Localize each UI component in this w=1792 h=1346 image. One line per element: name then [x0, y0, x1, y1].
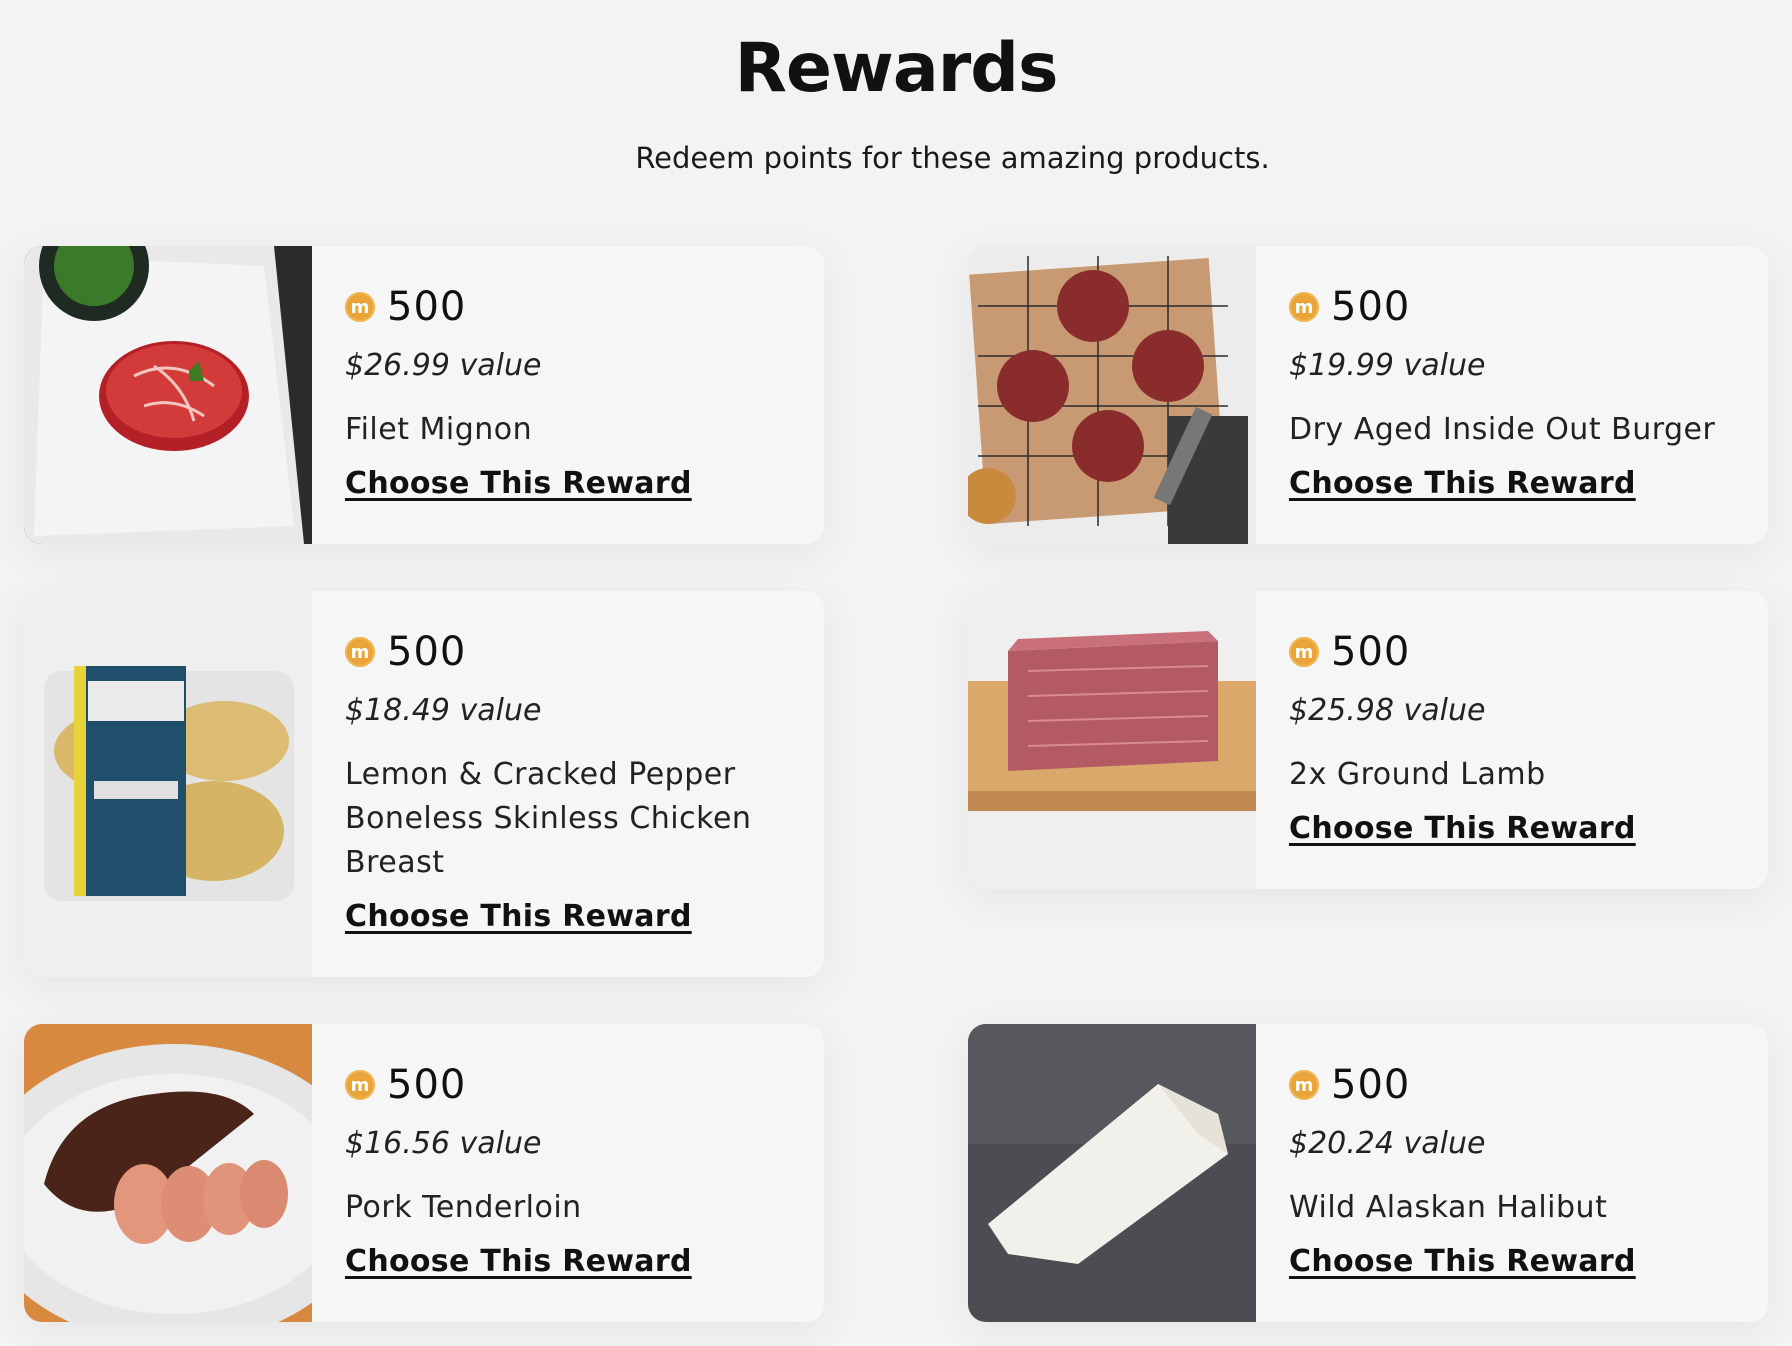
- reward-name: Filet Mignon: [345, 412, 533, 447]
- points-row: m 500: [1289, 629, 1768, 675]
- reward-info: m 500 $26.99 value Filet Mignon Choose T…: [312, 246, 824, 544]
- reward-info: m 500 $25.98 value 2x Ground Lamb Choose…: [1256, 591, 1768, 889]
- points-amount: 500: [1331, 1062, 1411, 1108]
- reward-value: $19.99 value: [1289, 348, 1486, 383]
- reward-name: Wild Alaskan Halibut: [1289, 1190, 1608, 1225]
- coin-icon: m: [345, 637, 375, 667]
- reward-name: 2x Ground Lamb: [1289, 757, 1546, 792]
- reward-value: $25.98 value: [1289, 693, 1486, 728]
- points-row: m 500: [345, 1062, 824, 1108]
- ground-lamb-photo: [968, 591, 1256, 889]
- reward-card-ground-lamb: m 500 $25.98 value 2x Ground Lamb Choose…: [968, 591, 1768, 889]
- choose-reward-button[interactable]: Choose This Reward: [345, 466, 692, 501]
- reward-value: $16.56 value: [345, 1126, 542, 1161]
- reward-value: $26.99 value: [345, 348, 542, 383]
- points-amount: 500: [387, 284, 467, 330]
- points-row: m 500: [1289, 1062, 1768, 1108]
- choose-reward-button[interactable]: Choose This Reward: [1289, 466, 1636, 501]
- coin-icon: m: [345, 1070, 375, 1100]
- points-row: m 500: [345, 284, 824, 330]
- reward-card-halibut: m 500 $20.24 value Wild Alaskan Halibut …: [968, 1024, 1768, 1322]
- reward-card-filet-mignon: m 500 $26.99 value Filet Mignon Choose T…: [24, 246, 824, 544]
- reward-value: $20.24 value: [1289, 1126, 1486, 1161]
- reward-info: m 500 $18.49 value Lemon & Cracked Peppe…: [312, 591, 824, 977]
- pork-tenderloin-photo: [24, 1024, 312, 1322]
- choose-reward-button[interactable]: Choose This Reward: [1289, 1244, 1636, 1279]
- points-row: m 500: [345, 629, 824, 675]
- points-row: m 500: [1289, 284, 1768, 330]
- coin-icon: m: [1289, 1070, 1319, 1100]
- rewards-page: Rewards Redeem points for these amazing …: [0, 0, 1792, 1346]
- chicken-breast-package-photo: [24, 591, 312, 977]
- points-amount: 500: [1331, 629, 1411, 675]
- choose-reward-button[interactable]: Choose This Reward: [1289, 811, 1636, 846]
- reward-name: Pork Tenderloin: [345, 1190, 582, 1225]
- reward-name: Dry Aged Inside Out Burger: [1289, 412, 1716, 447]
- choose-reward-button[interactable]: Choose This Reward: [345, 1244, 692, 1279]
- points-amount: 500: [1331, 284, 1411, 330]
- coin-icon: m: [1289, 292, 1319, 322]
- reward-name: Lemon & Cracked Pepper Boneless Skinless…: [345, 757, 752, 880]
- burger-patties-photo: [968, 246, 1256, 544]
- reward-info: m 500 $20.24 value Wild Alaskan Halibut …: [1256, 1024, 1768, 1322]
- page-title: Rewards: [734, 29, 1059, 108]
- points-amount: 500: [387, 1062, 467, 1108]
- reward-info: m 500 $19.99 value Dry Aged Inside Out B…: [1256, 246, 1768, 544]
- halibut-photo: [968, 1024, 1256, 1322]
- coin-icon: m: [345, 292, 375, 322]
- reward-card-pork-tenderloin: m 500 $16.56 value Pork Tenderloin Choos…: [24, 1024, 824, 1322]
- reward-info: m 500 $16.56 value Pork Tenderloin Choos…: [312, 1024, 824, 1322]
- points-amount: 500: [387, 629, 467, 675]
- choose-reward-button[interactable]: Choose This Reward: [345, 899, 692, 934]
- page-subtitle: Redeem points for these amazing products…: [635, 141, 1270, 175]
- reward-value: $18.49 value: [345, 693, 542, 728]
- reward-card-chicken: m 500 $18.49 value Lemon & Cracked Peppe…: [24, 591, 824, 977]
- reward-card-burger: m 500 $19.99 value Dry Aged Inside Out B…: [968, 246, 1768, 544]
- coin-icon: m: [1289, 637, 1319, 667]
- filet-mignon-photo: [24, 246, 312, 544]
